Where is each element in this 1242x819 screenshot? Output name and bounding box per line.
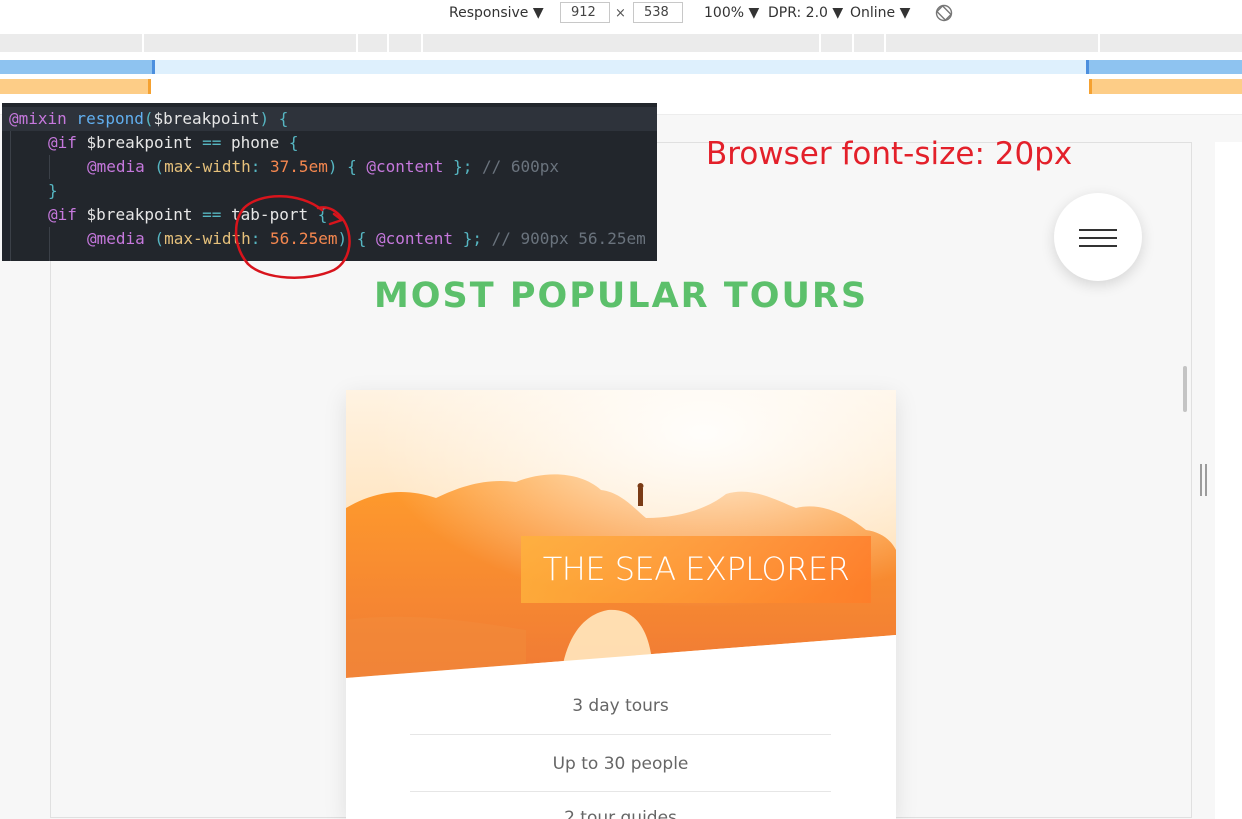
code-line-2: @if $breakpoint == phone { — [48, 133, 299, 152]
media-query-divider — [1098, 34, 1100, 52]
media-query-divider — [819, 34, 821, 52]
tour-card-picture — [346, 390, 896, 680]
media-query-min-width-bar[interactable] — [0, 79, 148, 94]
tour-card[interactable]: THE SEA EXPLORER 3 day tours Up to 30 pe… — [346, 390, 896, 819]
page-scrollbar[interactable] — [1183, 366, 1187, 412]
viewport-height-input[interactable]: 538 — [633, 2, 683, 23]
dpr-dropdown[interactable]: DPR: 2.0 ▼ — [768, 5, 843, 21]
media-query-divider — [421, 34, 423, 52]
media-query-bar-sizes[interactable] — [0, 34, 1242, 52]
device-mode-dropdown[interactable]: Responsive ▼ — [449, 5, 544, 21]
tour-detail-group-size: Up to 30 people — [552, 754, 689, 774]
tour-detail-duration: 3 day tours — [572, 696, 669, 716]
code-line-3: @media (max-width: 37.5em) { @content };… — [87, 157, 560, 176]
hamburger-icon — [1079, 245, 1117, 247]
media-query-divider — [387, 34, 389, 52]
media-query-min-width-bar[interactable] — [1092, 79, 1242, 94]
media-query-edge — [148, 79, 151, 94]
throttle-dropdown[interactable]: Online ▼ — [850, 5, 910, 21]
tour-detail-guides: 2 tour guides — [564, 808, 677, 819]
devtools-toolbar: Responsive ▼ 912 × 538 100% ▼ DPR: 2.0 ▼… — [0, 0, 1242, 30]
hamburger-icon — [1079, 237, 1117, 239]
section-title: MOST POPULAR TOURS — [373, 276, 869, 316]
tour-card-heading: THE SEA EXPLORER — [521, 536, 871, 603]
rotate-icon[interactable] — [934, 3, 954, 23]
resize-gutter — [1215, 142, 1242, 819]
media-query-divider — [356, 34, 358, 52]
viewport-width-input[interactable]: 912 — [560, 2, 610, 23]
viewport-resize-handle[interactable] — [1200, 464, 1208, 496]
tour-detail-divider — [410, 791, 831, 792]
indent-guide — [10, 131, 11, 261]
indent-guide — [49, 155, 50, 179]
code-line-6: @media (max-width: 56.25em) { @content }… — [87, 229, 646, 248]
media-query-max-width-bar[interactable] — [1089, 60, 1242, 74]
code-snippet: @mixin respond($breakpoint) { @if $break… — [2, 103, 657, 261]
media-query-divider — [852, 34, 854, 52]
font-size-annotation: Browser font-size: 20px — [706, 136, 1073, 172]
indent-guide — [49, 227, 50, 261]
zoom-dropdown[interactable]: 100% ▼ — [704, 5, 759, 21]
dimension-times-label: × — [615, 6, 626, 21]
media-query-divider — [884, 34, 886, 52]
menu-button[interactable] — [1054, 193, 1142, 281]
media-query-max-width-bar[interactable] — [155, 60, 1087, 74]
code-line-5: @if $breakpoint == tab-port { — [48, 205, 328, 224]
code-line-4: } — [48, 181, 58, 200]
code-line-1: @mixin respond($breakpoint) { — [9, 109, 289, 128]
hamburger-icon — [1079, 229, 1117, 231]
media-query-max-width-bar[interactable] — [0, 60, 152, 74]
media-query-divider — [142, 34, 144, 52]
tour-detail-divider — [410, 734, 831, 735]
